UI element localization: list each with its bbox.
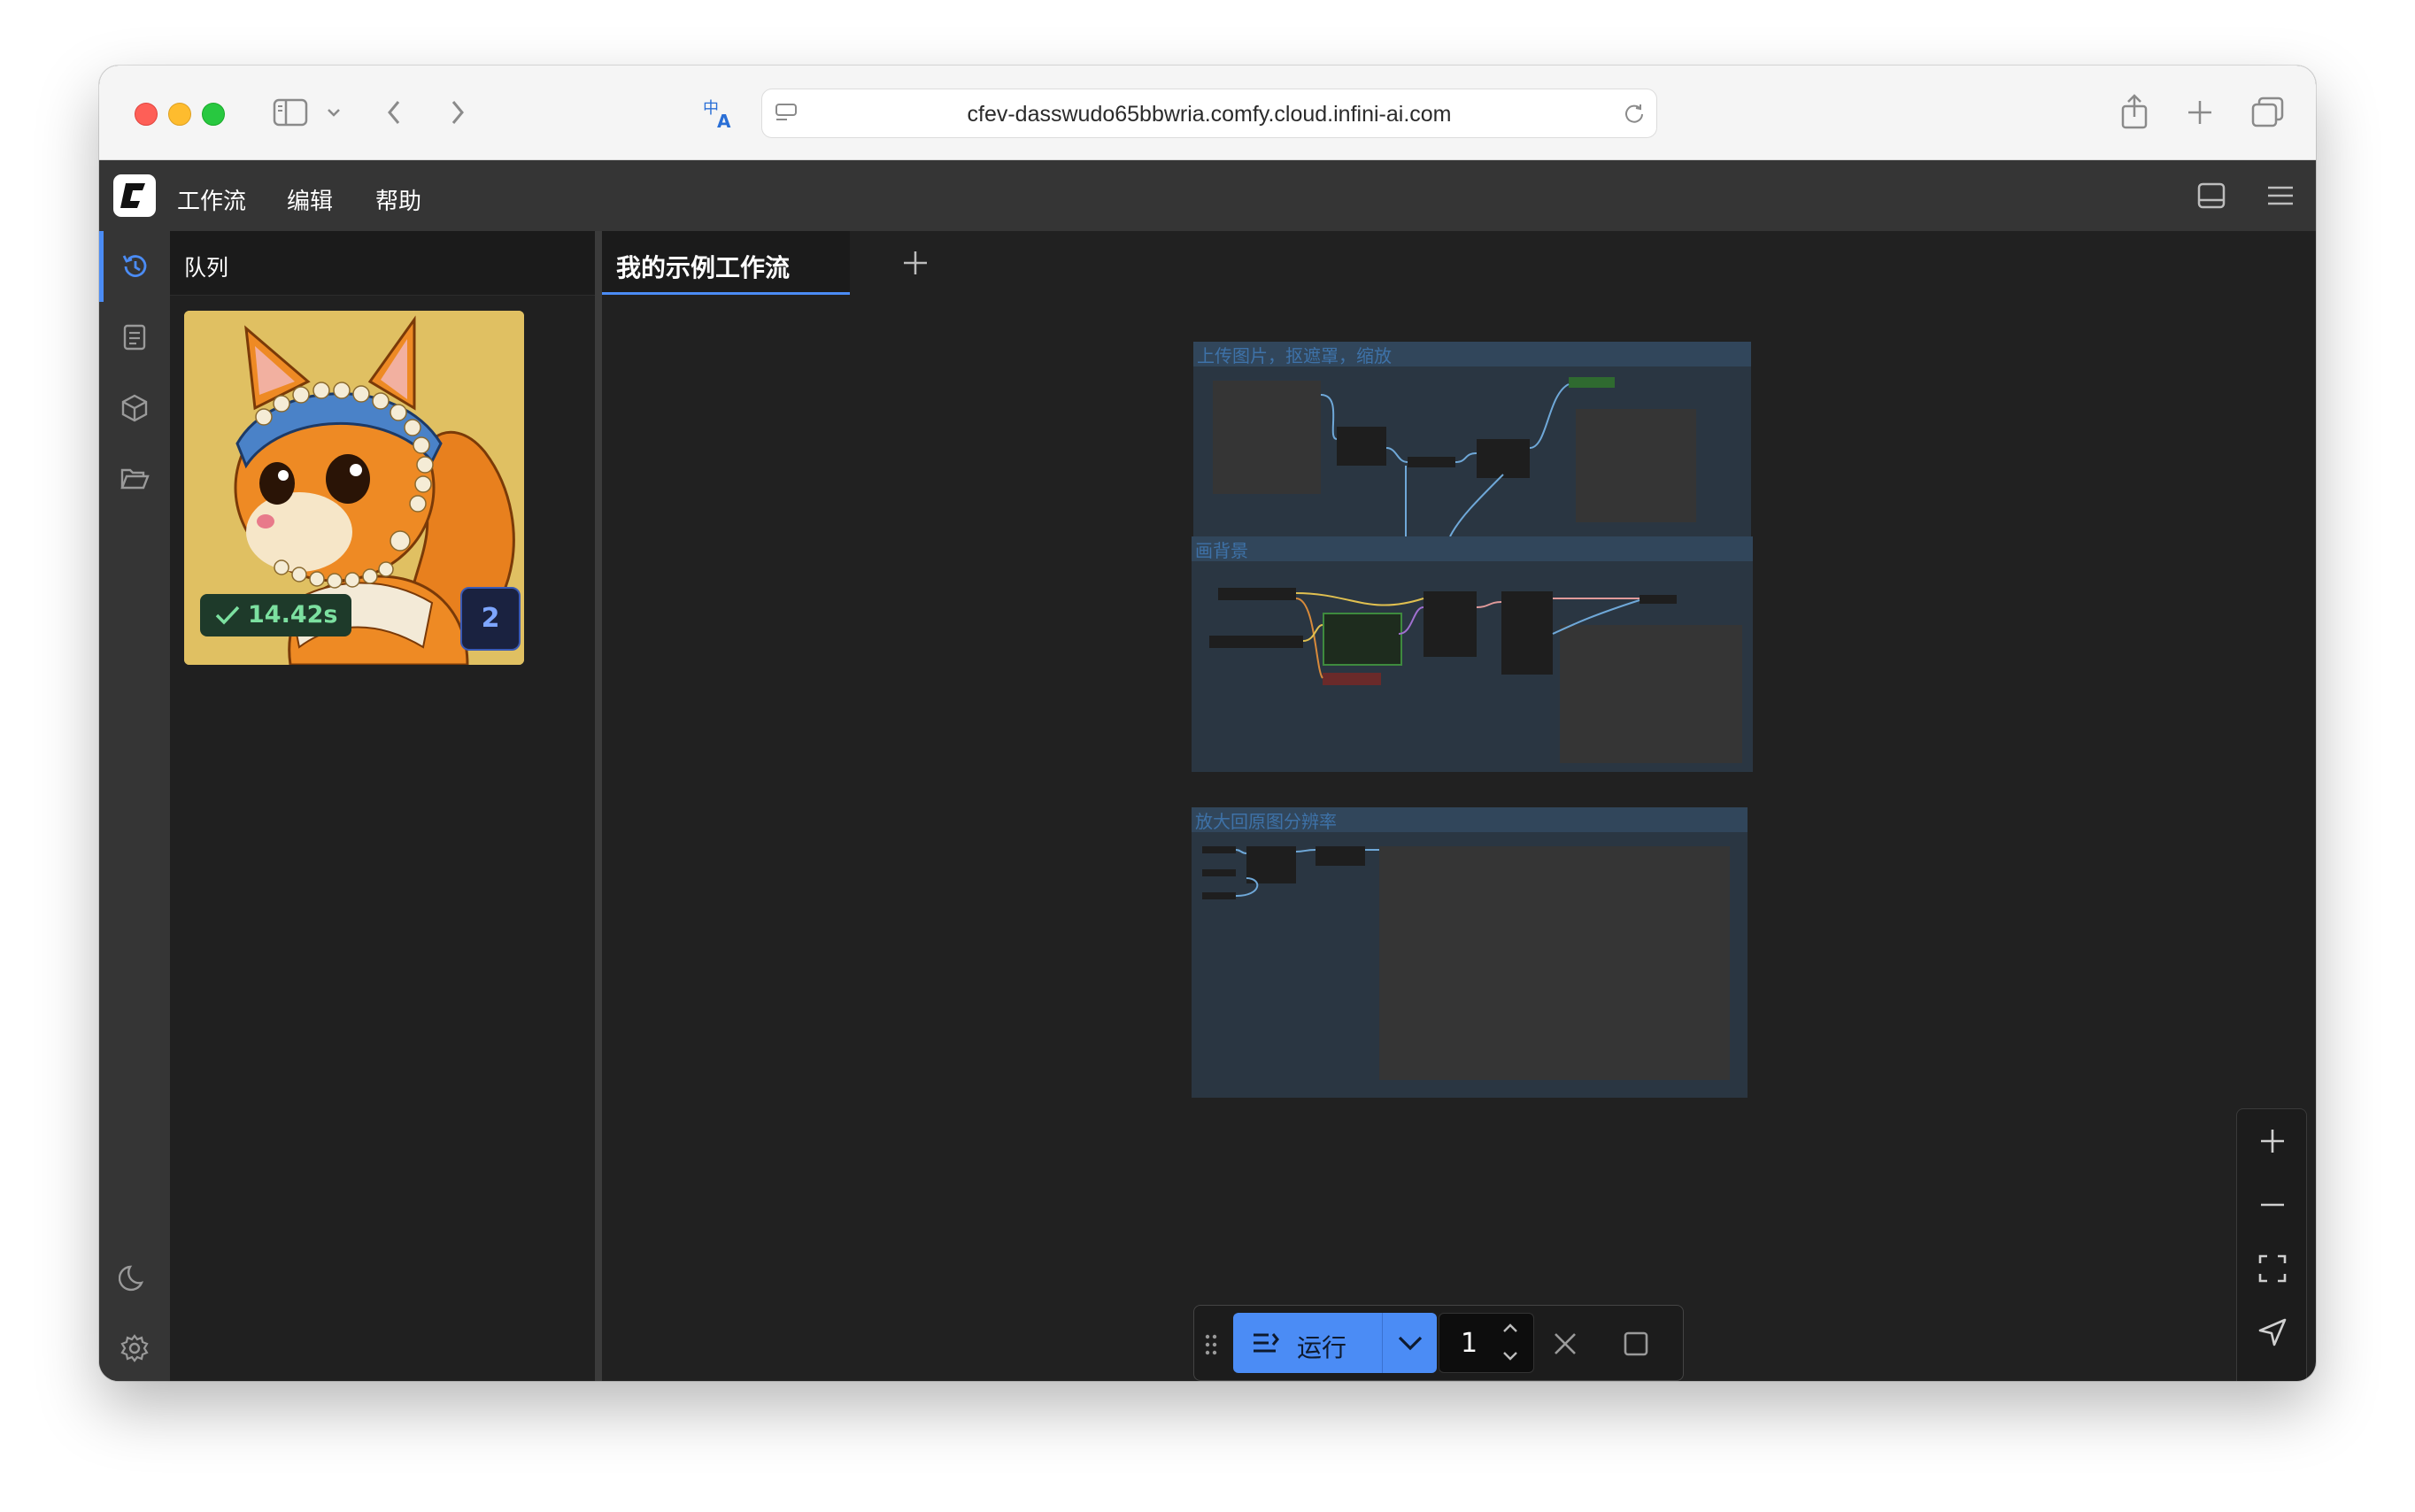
visibility-eye-icon[interactable]	[2257, 1380, 2288, 1381]
tab-my-workflow[interactable]: 我的示例工作流	[602, 231, 850, 295]
decrement-icon[interactable]	[1500, 1347, 1521, 1365]
tab-overview-icon[interactable]	[2250, 96, 2286, 129]
node-links	[1320, 383, 1570, 536]
folder-open-icon[interactable]	[119, 463, 150, 495]
stop-icon[interactable]	[1621, 1329, 1651, 1359]
zoom-in-icon[interactable]	[2257, 1125, 2288, 1157]
comfy-logo[interactable]	[113, 174, 156, 217]
dark-mode-icon[interactable]	[119, 1261, 150, 1293]
increment-icon[interactable]	[1500, 1319, 1521, 1337]
share-icon[interactable]	[2119, 92, 2149, 131]
forward-icon[interactable]	[446, 97, 467, 127]
bottom-panel-toggle-icon[interactable]	[2195, 180, 2227, 212]
zoom-window-button[interactable]	[202, 103, 225, 126]
app-menubar: 工作流 编辑 帮助	[99, 160, 2316, 231]
panel-splitter[interactable]	[595, 231, 602, 1381]
chevron-down-icon[interactable]	[1396, 1332, 1424, 1354]
svg-text:A: A	[717, 111, 731, 131]
close-window-button[interactable]	[135, 103, 158, 126]
node-library-icon[interactable]	[119, 321, 150, 353]
run-divider	[1382, 1313, 1383, 1373]
history-icon[interactable]	[119, 251, 150, 282]
node-links	[1235, 849, 1379, 897]
sidebar	[99, 231, 170, 1381]
logo-icon	[120, 183, 145, 208]
queue-play-icon	[1254, 1333, 1279, 1353]
browser-window: 中 A cfev-dasswudo65bbwria.comfy.cloud.in…	[99, 66, 2316, 1381]
duration-badge: 14.42s	[200, 594, 352, 636]
hamburger-menu-icon[interactable]	[2265, 180, 2296, 212]
add-tab-icon[interactable]	[899, 247, 931, 279]
group-upload-mask-scale[interactable]: 上传图片，抠遮罩，缩放	[1193, 342, 1751, 536]
cancel-icon[interactable]	[1550, 1329, 1580, 1359]
run-toolbar: 运行 1	[1193, 1305, 1684, 1381]
tab-label: 我的示例工作流	[616, 253, 791, 282]
settings-gear-icon[interactable]	[119, 1332, 150, 1364]
output-count-badge[interactable]: 2	[460, 587, 521, 651]
group-draw-background[interactable]: 画背景	[1192, 536, 1753, 772]
url-text: cfev-dasswudo65bbwria.comfy.cloud.infini…	[967, 102, 1452, 127]
queue-header: 队列	[170, 231, 595, 296]
queue-item-thumbnail[interactable]: 14.42s 2	[184, 311, 524, 665]
duration-text: 14.42s	[248, 601, 338, 629]
new-tab-icon[interactable]	[2185, 97, 2215, 127]
run-label: 运行	[1297, 1333, 1347, 1362]
sidebar-toggle-icon[interactable]	[273, 97, 310, 127]
batch-count-value: 1	[1461, 1328, 1478, 1359]
translate-icon[interactable]: 中 A	[701, 96, 737, 131]
group-upscale-original-resolution[interactable]: 放大回原图分辨率	[1192, 807, 1748, 1098]
browser-toolbar: 中 A cfev-dasswudo65bbwria.comfy.cloud.in…	[99, 66, 2316, 160]
reload-icon[interactable]	[1623, 102, 1646, 125]
menu-workflow[interactable]: 工作流	[177, 183, 246, 216]
fit-view-icon[interactable]	[2257, 1253, 2288, 1284]
workflow-tabbar: 我的示例工作流	[602, 231, 2316, 295]
menu-edit[interactable]: 编辑	[287, 183, 333, 216]
batch-count-stepper[interactable]: 1	[1439, 1313, 1534, 1373]
chevron-down-icon[interactable]	[326, 106, 342, 119]
node-links	[1295, 592, 1640, 679]
model-library-icon[interactable]	[119, 392, 150, 424]
drag-handle-icon[interactable]	[1203, 1332, 1219, 1357]
menu-help[interactable]: 帮助	[375, 183, 421, 216]
queue-panel: 队列 14.42s 2	[170, 231, 595, 1381]
zoom-out-icon[interactable]	[2257, 1189, 2288, 1221]
queue-title: 队列	[184, 255, 229, 281]
check-icon	[215, 606, 240, 625]
back-icon[interactable]	[384, 97, 405, 127]
canvas-zoom-controls	[2236, 1108, 2307, 1381]
active-indicator	[99, 231, 104, 302]
navigate-icon[interactable]	[2257, 1316, 2288, 1348]
address-bar[interactable]: cfev-dasswudo65bbwria.comfy.cloud.infini…	[761, 89, 1657, 138]
minimize-window-button[interactable]	[168, 103, 191, 126]
run-button[interactable]: 运行	[1233, 1313, 1437, 1373]
